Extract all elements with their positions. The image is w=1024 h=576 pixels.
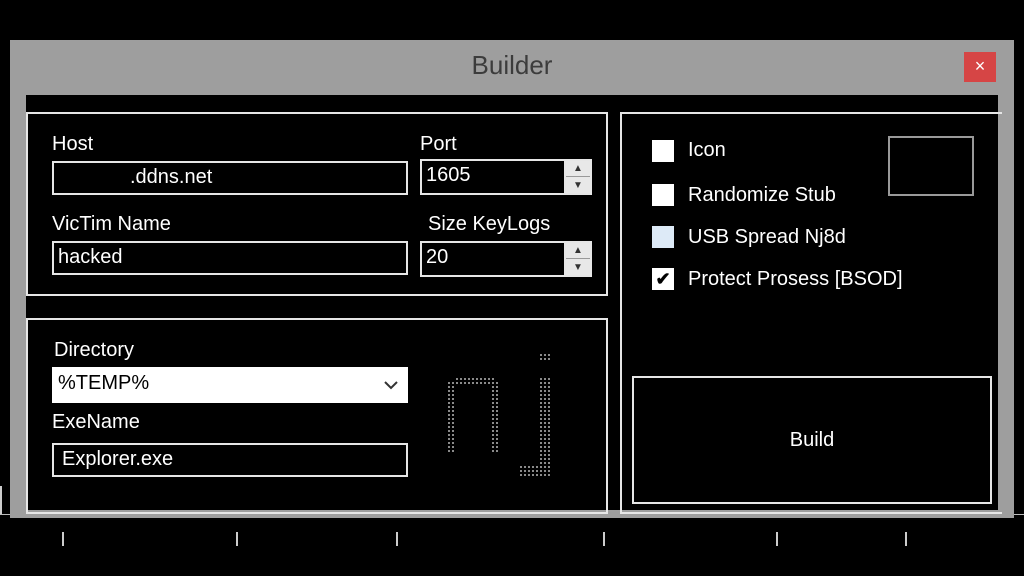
port-label: Port bbox=[420, 133, 457, 155]
background-tick bbox=[396, 532, 398, 546]
protect-process-checkbox[interactable]: ✔ bbox=[652, 268, 674, 290]
background-tick bbox=[776, 532, 778, 546]
close-button[interactable]: × bbox=[964, 52, 996, 82]
background-tick bbox=[603, 532, 605, 546]
port-spin-buttons[interactable]: ▲ ▼ bbox=[564, 161, 590, 193]
keylogs-spin-buttons[interactable]: ▲ ▼ bbox=[564, 243, 590, 275]
builder-window: Builder × Host .ddns.net Port 1605 ▲ ▼ V… bbox=[10, 40, 1014, 518]
spin-up-icon[interactable]: ▲ bbox=[566, 161, 590, 177]
host-label: Host bbox=[52, 133, 94, 155]
keylogs-size-label: Size KeyLogs bbox=[428, 213, 551, 235]
directory-dropdown[interactable]: %TEMP% bbox=[52, 367, 408, 403]
background-tick bbox=[0, 486, 2, 514]
directory-value: %TEMP% bbox=[58, 372, 150, 394]
build-button-label: Build bbox=[789, 428, 835, 451]
directory-label: Directory bbox=[54, 339, 135, 361]
exename-label: ExeName bbox=[52, 411, 140, 433]
spin-down-icon[interactable]: ▼ bbox=[566, 259, 590, 275]
randomize-stub-label: Randomize Stub bbox=[688, 184, 836, 206]
usb-spread-checkbox[interactable] bbox=[652, 226, 674, 248]
install-group: Directory %TEMP% ExeName Explorer.exe bbox=[26, 318, 608, 514]
protect-process-label: Protect Prosess [BSOD] bbox=[688, 268, 903, 290]
background-tick bbox=[236, 532, 238, 546]
icon-preview-box[interactable] bbox=[888, 136, 974, 196]
spin-down-icon[interactable]: ▼ bbox=[566, 177, 590, 193]
usb-spread-label: USB Spread Nj8d bbox=[688, 226, 846, 248]
exename-input[interactable]: Explorer.exe bbox=[52, 443, 408, 477]
window-client-area: Host .ddns.net Port 1605 ▲ ▼ VicTim Name… bbox=[26, 95, 1002, 514]
exename-value: Explorer.exe bbox=[62, 448, 174, 470]
background-tick bbox=[905, 532, 907, 546]
connection-group: Host .ddns.net Port 1605 ▲ ▼ VicTim Name… bbox=[26, 112, 608, 296]
victim-name-label: VicTim Name bbox=[52, 213, 171, 235]
options-group: Icon Randomize Stub USB Spread Nj8d ✔ Pr… bbox=[620, 112, 1002, 514]
randomize-stub-checkbox[interactable] bbox=[652, 184, 674, 206]
spin-up-icon[interactable]: ▲ bbox=[566, 243, 590, 259]
background-tick bbox=[62, 532, 64, 546]
keylogs-size-value: 20 bbox=[426, 246, 449, 268]
port-value: 1605 bbox=[426, 164, 471, 186]
build-button[interactable]: Build bbox=[632, 376, 992, 504]
host-value: .ddns.net bbox=[130, 166, 213, 188]
icon-option-label: Icon bbox=[688, 139, 726, 161]
icon-checkbox[interactable] bbox=[652, 140, 674, 162]
victim-name-input[interactable]: hacked bbox=[52, 241, 408, 275]
victim-name-value: hacked bbox=[58, 246, 123, 268]
checkmark-icon: ✔ bbox=[655, 269, 671, 289]
close-icon: × bbox=[974, 56, 986, 76]
nj-logo-icon bbox=[440, 342, 580, 492]
window-title: Builder bbox=[471, 50, 553, 80]
host-input[interactable]: .ddns.net bbox=[52, 161, 408, 195]
chevron-down-icon[interactable] bbox=[380, 369, 402, 401]
